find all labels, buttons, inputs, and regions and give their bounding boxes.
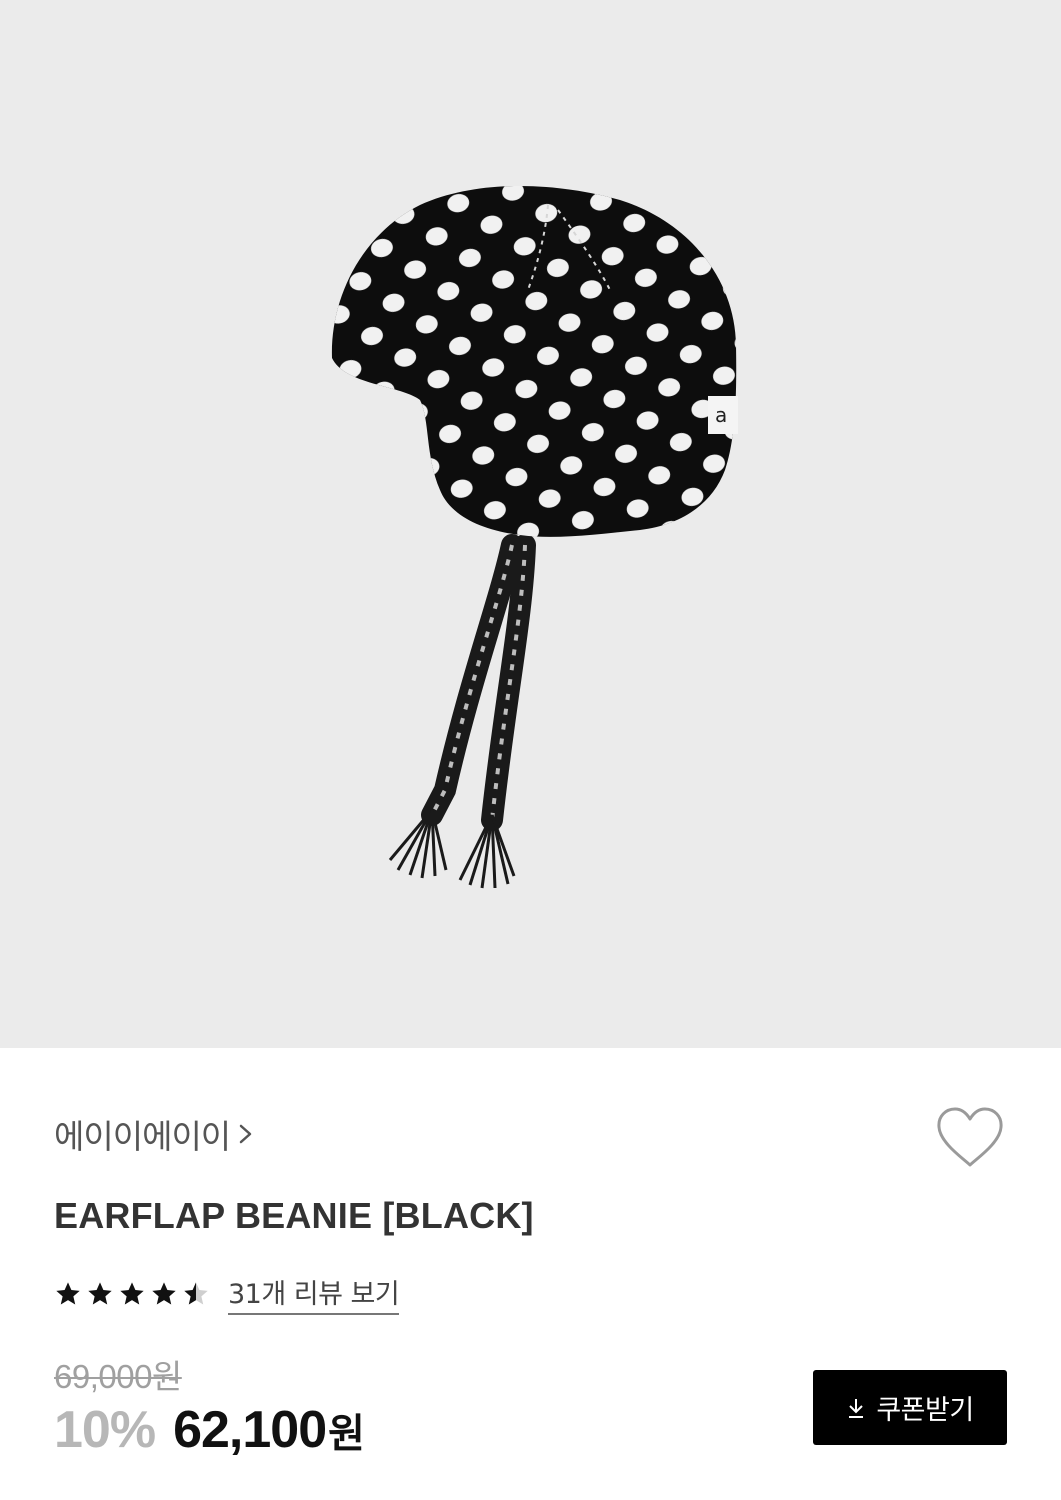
final-price-unit: 원 [328, 1411, 365, 1457]
star-rating [54, 1280, 214, 1308]
brand-link[interactable]: 에이이에이이 [54, 1110, 254, 1158]
chevron-right-icon [239, 1124, 252, 1144]
coupon-label: 쿠폰받기 [876, 1395, 974, 1425]
brand-tag-label: a [715, 403, 727, 427]
final-price: 62,100 [173, 1401, 327, 1459]
product-image[interactable]: a [0, 0, 1061, 1048]
download-icon [849, 1398, 864, 1418]
heart-icon [937, 1107, 1003, 1167]
coupon-button[interactable]: 쿠폰받기 [813, 1370, 1007, 1445]
star-full-icon [88, 1281, 112, 1304]
star-full-icon [120, 1281, 144, 1304]
rating-row: 31개 리뷰 보기 [54, 1272, 400, 1315]
wishlist-button[interactable] [934, 1105, 1006, 1171]
product-title: EARFLAP BEANIE [BLACK] [54, 1195, 534, 1236]
reviews-link[interactable]: 31개 리뷰 보기 [228, 1272, 400, 1315]
price-row: 10% 62,100 원 [54, 1400, 365, 1460]
star-full-icon [56, 1281, 80, 1304]
star-full-icon [152, 1281, 176, 1304]
brand-name: 에이이에이이 [54, 1117, 231, 1156]
star-half-icon [184, 1281, 208, 1304]
discount-rate: 10% [54, 1401, 156, 1459]
beanie-image: a [331, 186, 738, 889]
original-price: 69,000원 [54, 1358, 182, 1395]
